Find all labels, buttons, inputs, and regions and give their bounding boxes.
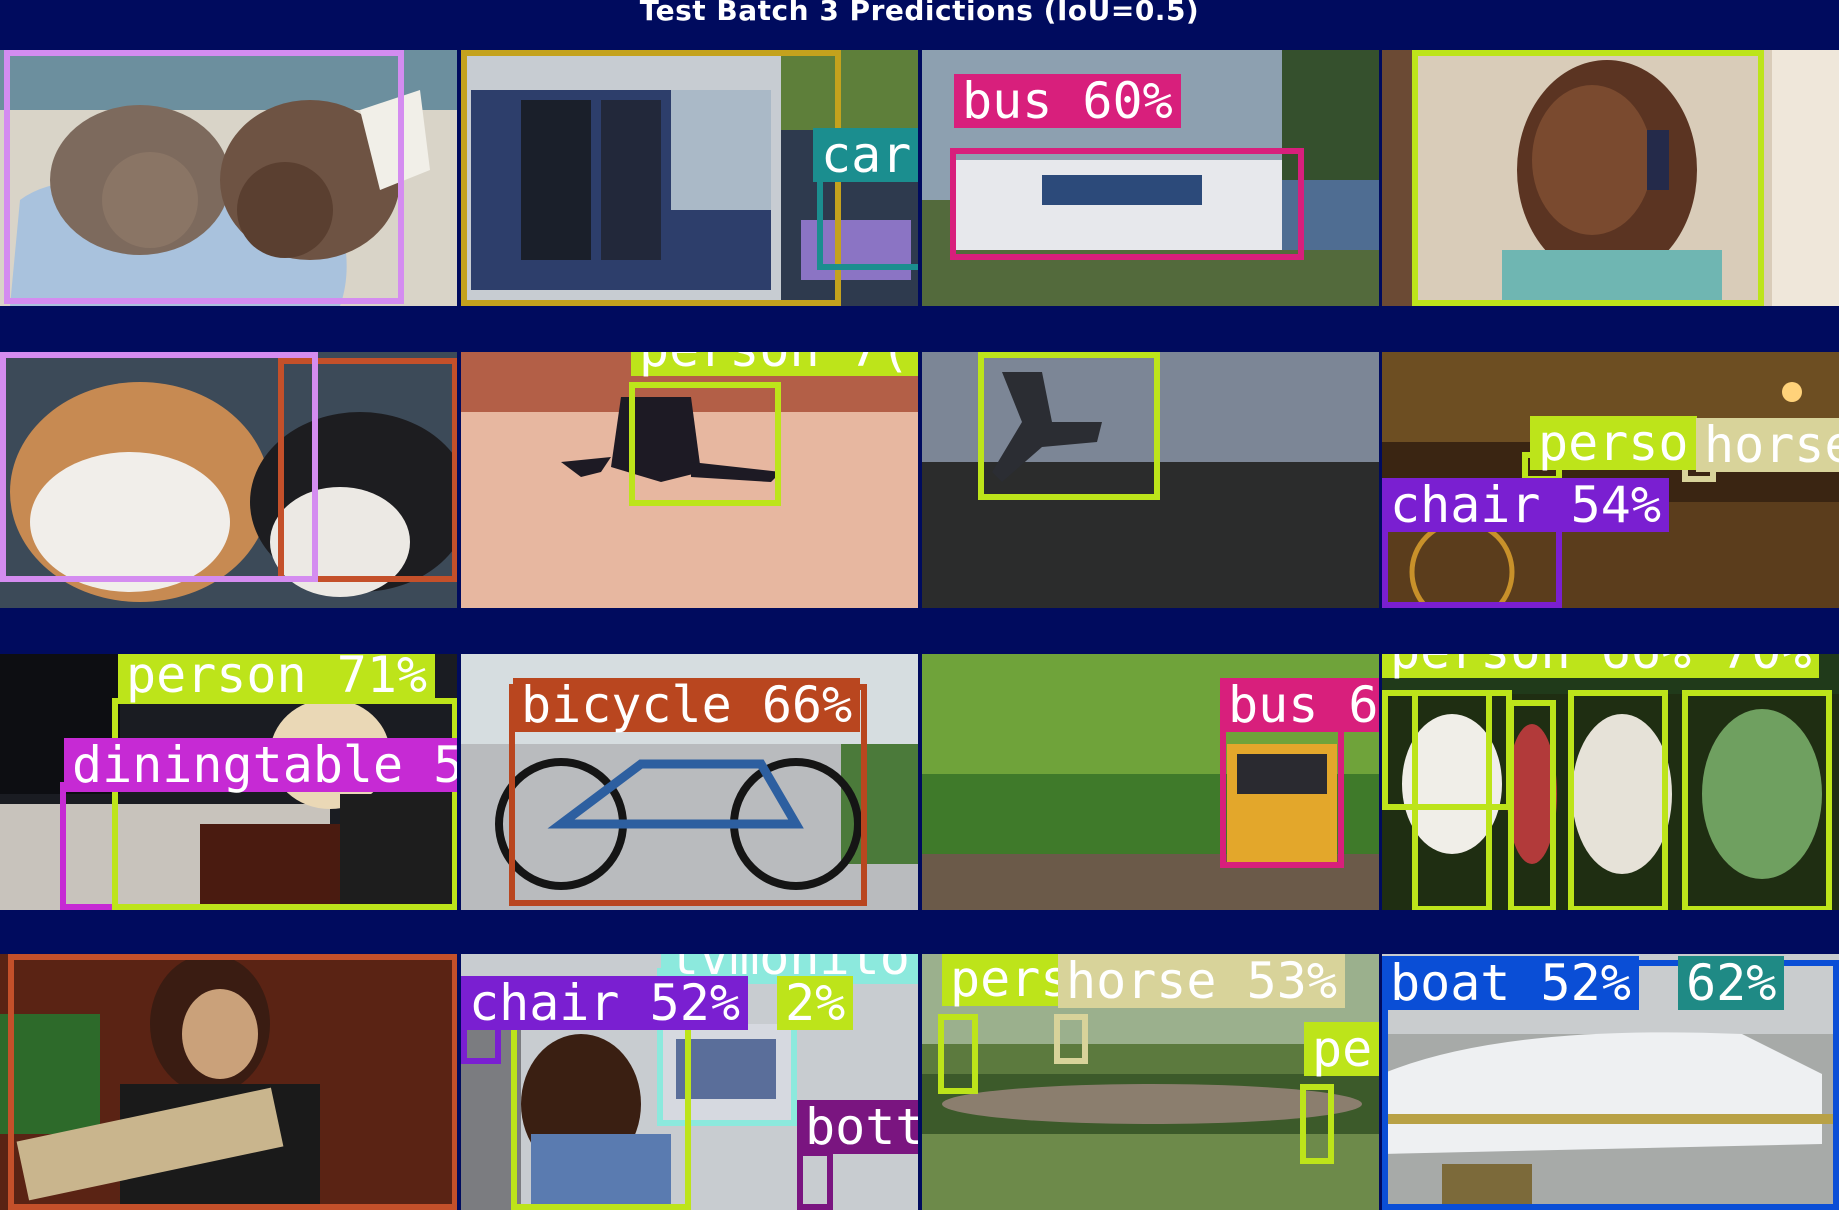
detection-label-aeroplane: 62% bbox=[1678, 956, 1785, 1010]
tile-cats bbox=[0, 50, 457, 306]
detection-box-bottle bbox=[797, 1150, 833, 1210]
detection-label-bottle: bott bbox=[797, 1100, 918, 1154]
detection-box-person bbox=[1382, 690, 1512, 810]
page-title: Test Batch 3 Predictions (IoU=0.5) bbox=[639, 0, 1200, 27]
detection-label-horse: horse bbox=[1696, 418, 1839, 472]
tile-night-square: perso horse chair 54% bbox=[1382, 352, 1839, 608]
detection-label-chair: chair 54% bbox=[1382, 478, 1669, 532]
detection-box-person bbox=[1568, 690, 1668, 910]
tile-field: pers horse 53% pe bbox=[922, 954, 1379, 1210]
detection-label-person: pe bbox=[1304, 1022, 1379, 1076]
detection-box-person bbox=[1412, 50, 1764, 306]
prediction-grid: car bus 60% perso hors chair 54% person … bbox=[0, 0, 1839, 1210]
detection-label-diningtable: diningtable 52 bbox=[64, 738, 457, 792]
detection-label-boat: boat 52% bbox=[1382, 956, 1639, 1010]
tile-cats-lying bbox=[0, 352, 457, 608]
tile-guitarists: person 66% 70% bbox=[1382, 654, 1839, 910]
detection-label-person: person 71% bbox=[118, 654, 436, 702]
detection-label-car: car bbox=[813, 128, 918, 182]
tile-bus: car bbox=[461, 50, 918, 306]
detection-box-person bbox=[978, 352, 1160, 500]
detection-label-bus: bus 60% bbox=[954, 74, 1181, 128]
detection-label-bicycle: bicycle 66% bbox=[513, 678, 861, 732]
detection-box-person bbox=[511, 1024, 691, 1210]
tile-bicycle: bicycle 66% bbox=[461, 654, 918, 910]
detection-label-person: 2% bbox=[777, 976, 854, 1030]
detection-box-bus bbox=[1220, 726, 1344, 868]
detection-box-person bbox=[8, 954, 457, 1210]
detection-label-person: perso bbox=[1530, 416, 1697, 470]
detection-label-chair: chair 52% bbox=[461, 976, 748, 1030]
detection-box-person bbox=[629, 382, 781, 506]
tile-statue bbox=[922, 352, 1379, 608]
detection-box-person bbox=[1682, 690, 1832, 910]
detection-box-cat bbox=[0, 352, 318, 582]
tile-airplane: boat 52% 62% bbox=[1382, 954, 1839, 1210]
detection-box-person bbox=[1508, 700, 1556, 910]
detection-box-person bbox=[1300, 1084, 1334, 1164]
detection-label-person: person 7( bbox=[631, 352, 918, 376]
tile-yellow-train: bus 6 bbox=[922, 654, 1379, 910]
detection-box-horse bbox=[1054, 1014, 1088, 1064]
detection-box-cat bbox=[4, 50, 404, 304]
detection-box-person bbox=[112, 698, 457, 910]
detection-label-person: person 66% 70% bbox=[1382, 654, 1820, 678]
detection-box-bus bbox=[461, 50, 841, 306]
detection-box-bus bbox=[950, 148, 1304, 260]
tile-woman-phone bbox=[1382, 50, 1839, 306]
tile-office: tvmonito 2% chair 52% bott bbox=[461, 954, 918, 1210]
detection-label-horse: horse 53% bbox=[1058, 954, 1345, 1008]
tile-dancer: person 7( bbox=[461, 352, 918, 608]
tile-singer bbox=[0, 954, 457, 1210]
tile-dining: person 71% diningtable 52 bbox=[0, 654, 457, 910]
tile-train: bus 60% bbox=[922, 50, 1379, 306]
detection-label-bus: bus 6 bbox=[1220, 678, 1379, 732]
detection-box-person bbox=[938, 1014, 978, 1094]
